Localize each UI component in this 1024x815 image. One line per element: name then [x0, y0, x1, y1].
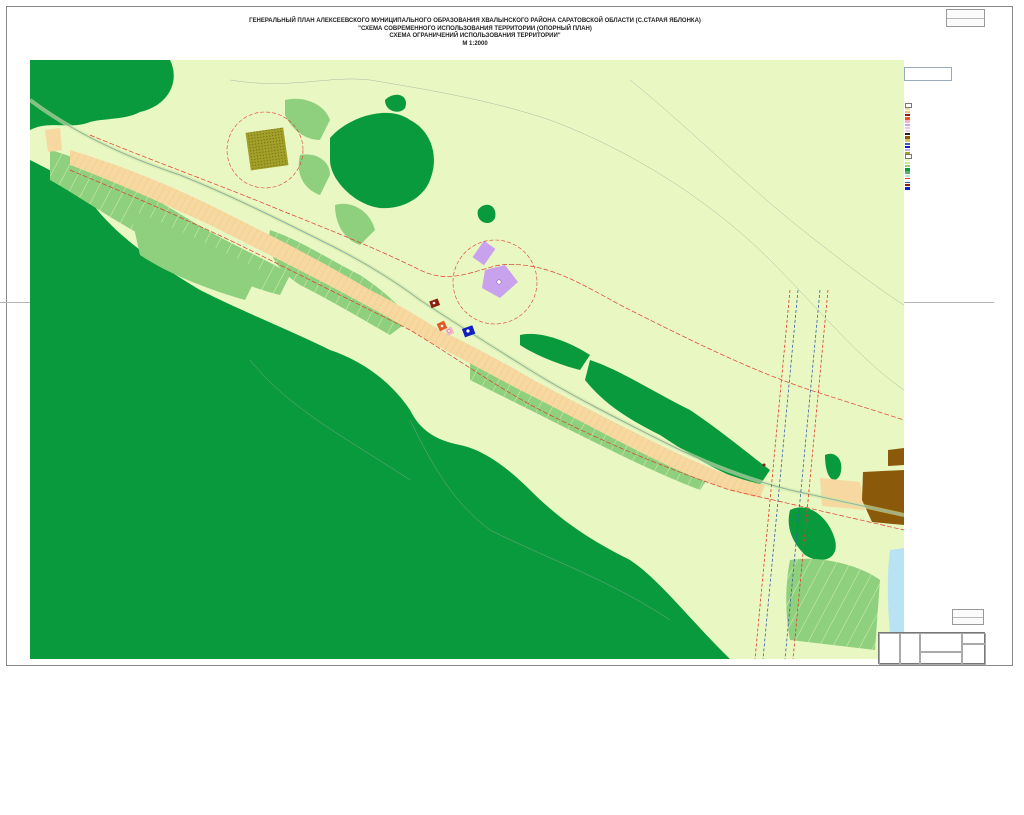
small-marker-icon [762, 463, 766, 467]
legend-swatch [905, 164, 910, 168]
gardens-southeast [786, 558, 880, 650]
master-plan-map [30, 60, 904, 659]
title-block [878, 632, 986, 665]
corner-stamp-top [946, 9, 985, 27]
legend-swatch [905, 184, 910, 187]
legend-swatch [905, 139, 910, 142]
legend-swatch [905, 107, 910, 110]
legend-swatch [905, 158, 910, 161]
legend-swatch [905, 142, 910, 146]
industrial-area-east-2 [888, 448, 904, 466]
legend-swatch [905, 168, 910, 171]
legend-swatch [905, 126, 910, 130]
residential-northwest [45, 128, 62, 152]
legend-swatch [905, 181, 910, 183]
legend-swatch [905, 145, 910, 149]
legend-swatch [905, 113, 910, 117]
legend-swatch [905, 149, 910, 152]
legend-swatch [905, 187, 910, 190]
legend-swatch [905, 178, 910, 180]
title-line-4: М 1:2000 [462, 40, 488, 47]
cemetery-area [245, 127, 289, 171]
map-legend [905, 103, 977, 190]
legend-swatch [905, 161, 910, 165]
title-line-1: ГЕНЕРАЛЬНЫЙ ПЛАН АЛЕКСЕЕВСКОГО МУНИЦИПАЛ… [249, 18, 701, 24]
legend-swatch [905, 136, 910, 139]
corner-stamp-bottom [952, 609, 984, 625]
title-line-2: "СХЕМА СОВРЕМЕННОГО ИСПОЛЬЗОВАНИЯ ТЕРРИТ… [358, 25, 592, 32]
school-icon [496, 279, 502, 285]
cut-mark-left [0, 302, 30, 303]
legend-swatch [905, 117, 910, 120]
title-line-3: СХЕМА ОГРАНИЧЕНИЙ ИСПОЛЬЗОВАНИЯ ТЕРРИТОР… [389, 33, 561, 39]
legend-swatch [905, 171, 910, 174]
legend-swatch [905, 110, 910, 114]
map-title: ГЕНЕРАЛЬНЫЙ ПЛАН АЛЕКСЕЕВСКОГО МУНИЦИПАЛ… [230, 18, 720, 48]
legend-swatch [905, 174, 910, 177]
cut-mark-right [904, 302, 994, 303]
legend-swatch [905, 120, 910, 123]
legend-swatch [905, 133, 910, 136]
legend-swatch [905, 123, 910, 126]
legend-swatch [905, 129, 910, 133]
legend-conditions-box [904, 67, 952, 81]
